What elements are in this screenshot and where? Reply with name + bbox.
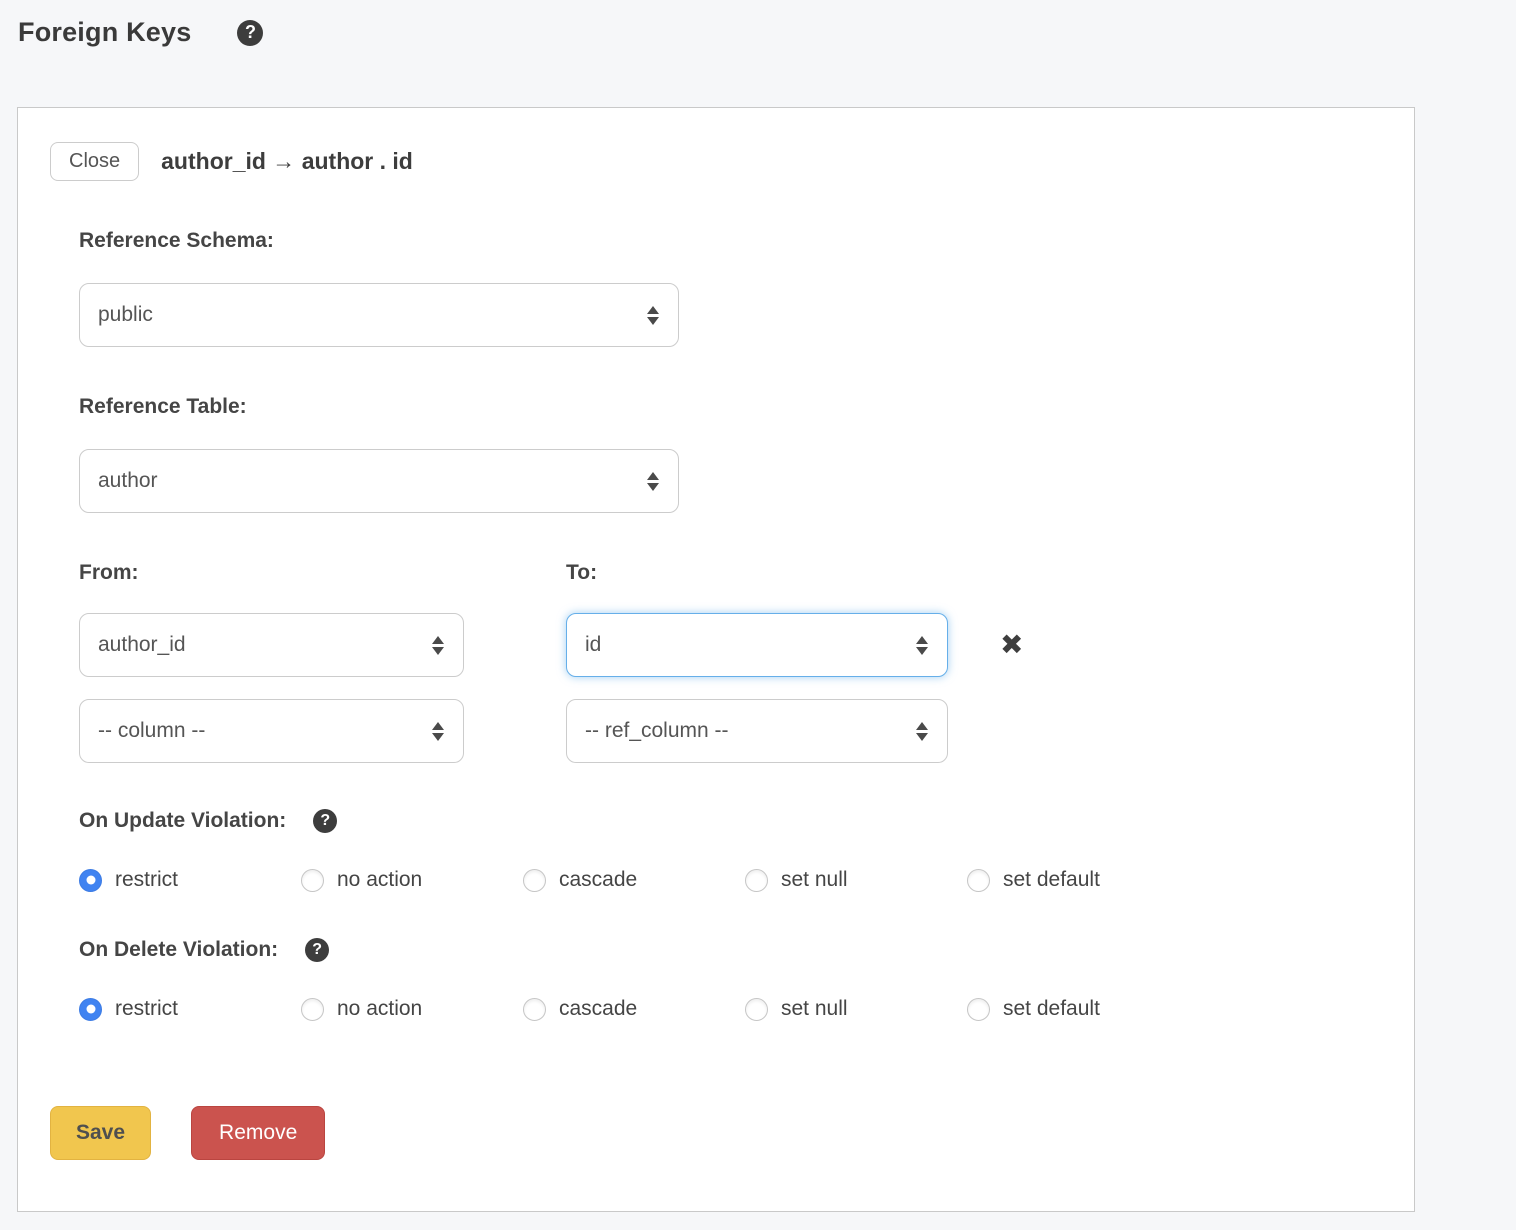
reference-table-value: author [98,469,158,493]
mapping-row-2: -- column -- -- ref_column -- [79,699,1382,763]
radio-on-delete-set-null[interactable]: set null [745,997,967,1021]
select-arrows-icon [432,636,444,655]
radio-button[interactable] [967,869,990,892]
radio-on-update-set-null[interactable]: set null [745,868,967,892]
foreign-key-form: Reference Schema: public Reference Table… [79,229,1382,1021]
on-update-violation-header: On Update Violation: ? [79,809,1382,833]
radio-on-delete-no-action[interactable]: no action [301,997,523,1021]
select-arrows-icon [647,306,659,325]
on-update-violation-label: On Update Violation: [79,809,286,833]
radio-on-update-cascade[interactable]: cascade [523,868,745,892]
radio-button[interactable] [301,869,324,892]
help-icon[interactable]: ? [313,809,337,833]
radio-button[interactable] [301,998,324,1021]
radio-button[interactable] [523,869,546,892]
radio-button[interactable] [745,998,768,1021]
radio-on-delete-cascade[interactable]: cascade [523,997,745,1021]
radio-button[interactable] [745,869,768,892]
radio-button-selected[interactable] [79,998,102,1021]
foreign-keys-page: Foreign Keys ? Close author_id → author … [0,0,1516,1230]
reference-table-label: Reference Table: [79,395,1382,419]
select-arrows-icon [916,636,928,655]
reference-table-select[interactable]: author [79,449,679,513]
radio-button[interactable] [523,998,546,1021]
mapping-row-1: author_id id ✖ [79,613,1382,677]
reference-schema-label: Reference Schema: [79,229,1382,253]
new-ref-column-select[interactable]: -- ref_column -- [566,699,948,763]
select-arrows-icon [432,722,444,741]
remove-column-pair-icon[interactable]: ✖ [1000,631,1023,659]
from-column-value: author_id [98,633,186,657]
page-header: Foreign Keys ? [0,0,1516,48]
save-button[interactable]: Save [50,1106,151,1160]
reference-schema-select[interactable]: public [79,283,679,347]
new-column-select[interactable]: -- column -- [79,699,464,763]
editor-actions: Save Remove [50,1106,1382,1160]
on-update-options: restrict no action cascade set null set … [79,868,1382,892]
help-icon[interactable]: ? [237,20,263,46]
from-column-select[interactable]: author_id [79,613,464,677]
foreign-key-editor-panel: Close author_id → author . id Reference … [17,107,1415,1212]
on-delete-violation-header: On Delete Violation: ? [79,938,1382,962]
remove-button[interactable]: Remove [191,1106,325,1160]
foreign-key-heading: author_id → author . id [161,148,413,175]
to-column-value: id [585,633,601,657]
on-delete-options: restrict no action cascade set null set … [79,997,1382,1021]
radio-button[interactable] [967,998,990,1021]
select-arrows-icon [647,472,659,491]
editor-header: Close author_id → author . id [50,142,1382,181]
select-arrows-icon [916,722,928,741]
radio-button-selected[interactable] [79,869,102,892]
on-delete-violation-label: On Delete Violation: [79,938,278,962]
close-button[interactable]: Close [50,142,139,181]
new-ref-column-placeholder: -- ref_column -- [585,719,729,743]
radio-on-delete-restrict[interactable]: restrict [79,997,301,1021]
radio-on-delete-set-default[interactable]: set default [967,997,1189,1021]
radio-on-update-set-default[interactable]: set default [967,868,1189,892]
page-title: Foreign Keys [18,17,191,48]
radio-on-update-restrict[interactable]: restrict [79,868,301,892]
from-label: From: [79,561,566,585]
radio-on-update-no-action[interactable]: no action [301,868,523,892]
reference-schema-value: public [98,303,153,327]
new-column-placeholder: -- column -- [98,719,205,743]
mapping-labels: From: To: [79,561,1382,585]
help-icon[interactable]: ? [305,938,329,962]
to-label: To: [566,561,597,585]
to-column-select[interactable]: id [566,613,948,677]
